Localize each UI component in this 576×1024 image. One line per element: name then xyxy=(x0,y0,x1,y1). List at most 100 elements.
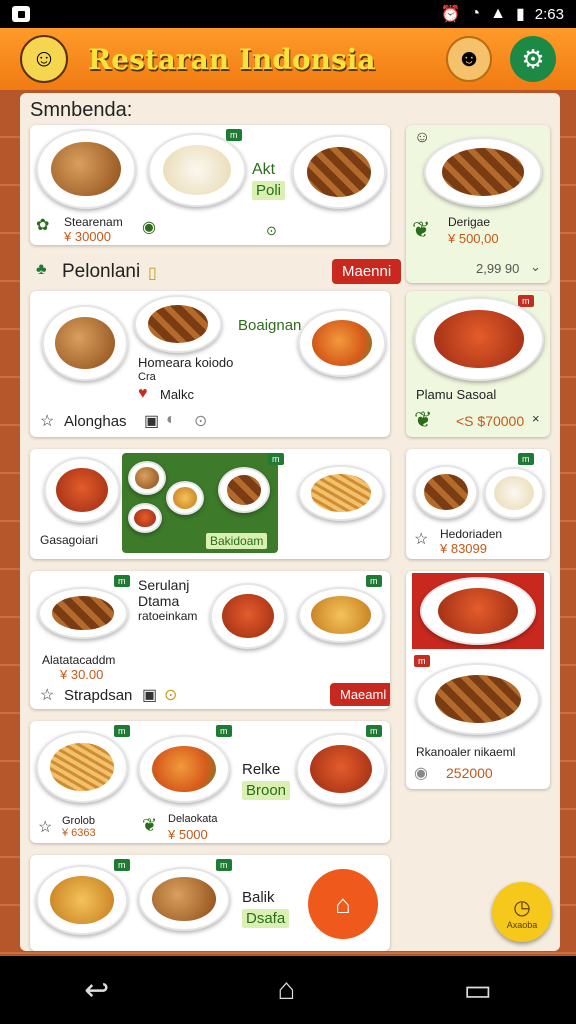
tag-badge: m xyxy=(366,575,382,587)
dish-image xyxy=(298,587,384,643)
close-icon[interactable]: × xyxy=(532,411,540,426)
dish-image xyxy=(36,865,128,935)
dish-price: <S $70000 xyxy=(456,413,525,429)
dish-image xyxy=(148,133,246,207)
bookmark-icon[interactable]: ▣ xyxy=(142,685,157,705)
dish-name: Plamu Sasoal xyxy=(416,387,497,402)
menu-card-plamu[interactable]: m Plamu Sasoal ❦ <S $70000 × xyxy=(406,291,550,437)
bookmark-icon[interactable]: ▣ xyxy=(144,411,159,431)
side-label-1: Akt xyxy=(252,161,276,178)
back-icon[interactable]: ↩ xyxy=(84,973,109,1008)
info-icon[interactable]: ⊙ xyxy=(266,223,277,239)
dish-title: Serulanj xyxy=(138,577,190,593)
dish-image xyxy=(298,309,386,377)
section-featured-title: Smnbenda: xyxy=(30,99,133,121)
tag-badge: m xyxy=(268,453,284,465)
dish-image xyxy=(210,583,286,649)
dish-name: Gasagoiari xyxy=(40,533,99,547)
info-icon[interactable]: ⊙ xyxy=(164,685,177,705)
gear-icon[interactable]: ⚙ xyxy=(510,36,556,82)
recents-icon[interactable]: ▭ xyxy=(464,973,492,1008)
alarm-icon: ⏰ xyxy=(440,6,461,23)
dish-name: Grolob xyxy=(62,815,96,827)
star-icon[interactable]: ☆ xyxy=(40,411,54,431)
chef-icon: ☺ xyxy=(414,129,431,146)
menu-card-serulanj[interactable]: m Serulanj Dtama ratoeinkam m Alatatacad… xyxy=(30,571,390,709)
dish-image xyxy=(412,573,544,649)
order-button[interactable]: Maeaml xyxy=(330,683,390,706)
dish-price: ¥ 30.00 xyxy=(60,667,104,682)
home-icon[interactable]: ⌂ xyxy=(277,973,295,1007)
star-icon[interactable]: ☆ xyxy=(414,529,428,549)
timer-fab-button[interactable]: ◷ Axaoba xyxy=(492,882,552,942)
tag-badge: m xyxy=(366,725,382,737)
dish-title: Dtama xyxy=(138,593,180,609)
home-icon[interactable]: ⌂ xyxy=(308,869,378,939)
star-icon[interactable]: ☆ xyxy=(38,817,52,837)
dish-image xyxy=(38,587,128,639)
dish-image xyxy=(134,295,222,353)
dish-price: ¥ 83099 xyxy=(440,541,487,556)
heart-icon[interactable]: ♥ xyxy=(138,385,148,403)
menu-card-balik[interactable]: m m Balik Dsafa ⌂ xyxy=(30,855,390,951)
dish-image xyxy=(138,867,230,931)
menu-card-relke[interactable]: m m Relke Broon m ☆ Grolob ¥ 6363 ❦ Dela… xyxy=(30,721,390,843)
share-icon[interactable]: ◐ xyxy=(166,411,176,429)
dish-price: ¥ 6363 xyxy=(62,827,96,839)
battery-icon: ▮ xyxy=(515,6,525,23)
dish-price: 252000 xyxy=(446,765,493,781)
dish-price: ¥ 500,00 xyxy=(448,231,499,246)
tag-badge: m xyxy=(114,575,130,587)
chef-avatar-icon[interactable]: ☺ xyxy=(20,35,68,83)
card-footer: Alonghas xyxy=(64,413,127,430)
status-bar: ⏰ ◔ ▲ ▮ 2:63 xyxy=(0,0,576,28)
app-bar: ☺ Restaran Indonsia ☻ ⚙ xyxy=(0,28,576,90)
app-title: Restaran Indonsia xyxy=(88,42,376,76)
smiley-icon[interactable]: ☻ xyxy=(446,36,492,82)
status-time: 2:63 xyxy=(534,5,564,23)
nav-bar: ↩ ⌂ ▭ xyxy=(0,956,576,1024)
tag-badge: m xyxy=(518,295,534,307)
dish-image xyxy=(42,305,128,381)
leaf-icon: ♣ xyxy=(36,261,47,278)
dish-name: Rkanoaler nikaeml xyxy=(416,745,516,759)
side-label-2: Poli xyxy=(252,181,286,200)
dish-image xyxy=(416,663,540,735)
menu-card-boaignan[interactable]: Boaignan Homeara koiodo Cra ♥ Malkc ☆ Al… xyxy=(30,291,390,437)
dish-image xyxy=(296,733,386,805)
wifi-icon: ◔ xyxy=(470,5,481,22)
dish-image xyxy=(484,467,544,519)
section-popular-title: Pelonlani xyxy=(62,261,141,282)
leaf-icon: ✿ xyxy=(36,217,50,234)
dish-title: Relke xyxy=(242,761,281,778)
dish-name: Delaokata xyxy=(168,813,218,825)
see-more-button[interactable]: Maenni xyxy=(332,259,402,284)
dish-label: Broon xyxy=(242,781,291,800)
dish-title: ratoeinkam xyxy=(138,609,198,623)
card-footer: Strapdsan xyxy=(64,687,133,704)
star-icon[interactable]: ☆ xyxy=(40,685,54,705)
dish-subtitle: Homeara koiodo xyxy=(138,355,234,370)
tag-badge: m xyxy=(226,129,242,141)
dish-label: Dsafa xyxy=(242,909,290,928)
menu-card-derigae[interactable]: ☺ ❦ Derigae ¥ 500,00 2,99 90 ⌄ xyxy=(406,125,550,283)
dish-image xyxy=(292,135,386,209)
menu-card-hedoriaden[interactable]: m ☆ Hedoriaden ¥ 83099 xyxy=(406,449,550,559)
menu-card-gasagoiari[interactable]: Bakidoam m Gasagoiari xyxy=(30,449,390,559)
info-icon[interactable]: ⊙ xyxy=(194,411,207,431)
leaf-icon: ❦ xyxy=(412,217,431,242)
card-footer: 2,99 90 xyxy=(476,261,520,276)
main-panel: Smnbenda: m Akt Poli ✿ Stearenam ¥ 30000… xyxy=(20,93,560,951)
menu-card-rkanoaler[interactable]: m Rkanoaler nikaeml ◉ 252000 xyxy=(406,571,550,789)
coin-icon: ◉ xyxy=(414,765,428,782)
tag-badge: m xyxy=(414,655,430,667)
dish-price: ¥ 5000 xyxy=(168,827,208,842)
dish-image xyxy=(414,297,544,381)
chevron-down-icon[interactable]: ⌄ xyxy=(530,259,541,275)
dish-name: Alatatacaddm xyxy=(42,653,116,667)
menu-card-stearenam[interactable]: m Akt Poli ✿ Stearenam ¥ 30000 ◉ ⊙ xyxy=(30,125,390,245)
dish-image xyxy=(298,465,384,521)
bowl-icon: ◉ xyxy=(142,219,156,236)
dish-image xyxy=(36,731,128,803)
tag-badge: m xyxy=(216,725,232,737)
